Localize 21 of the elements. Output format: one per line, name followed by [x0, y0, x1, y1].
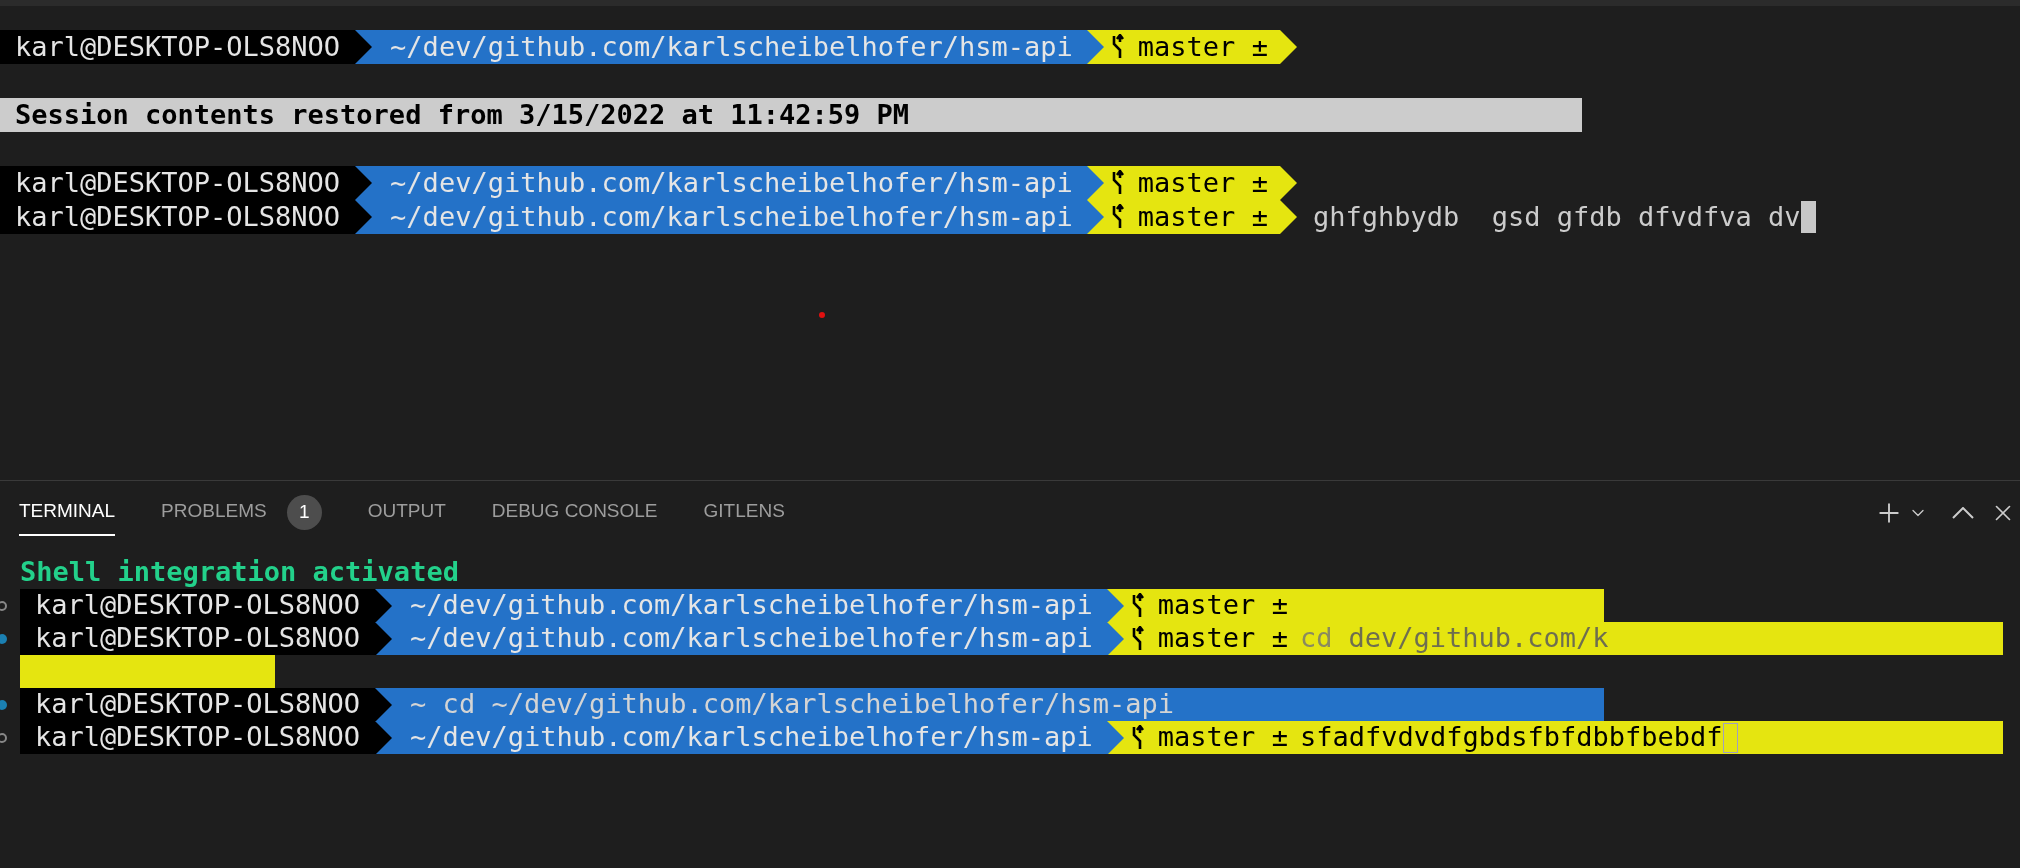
- branch-label: master ±: [1137, 29, 1268, 64]
- branch-label: master ±: [1137, 165, 1268, 200]
- chevron-up-icon: [1952, 506, 1974, 519]
- dot-mark: [819, 312, 825, 318]
- panel-tab[interactable]: TERMINAL: [19, 489, 116, 536]
- panel-tab[interactable]: PROBLEMS: [161, 489, 267, 536]
- session-banner: Session contents restored from 3/15/2022 at 11:42:59 PM: [0, 98, 1582, 132]
- panel-tab[interactable]: DEBUG CONSOLE: [491, 489, 658, 536]
- maximize-panel-button[interactable]: [1952, 506, 1974, 519]
- shell-integration-notice: Shell integration activated: [19, 556, 460, 589]
- panel-tab[interactable]: GITLENS: [703, 489, 785, 536]
- command-text: sfadfvdvdfgbdsfbfdbbfbebdf: [1299, 721, 1723, 754]
- branch-label: master ±: [1157, 589, 1288, 622]
- branch-label: master ±: [1157, 721, 1288, 754]
- command-text: cd: [1299, 622, 1333, 655]
- panel-tab[interactable]: OUTPUT: [367, 489, 446, 536]
- branch-label: master ±: [1137, 199, 1268, 234]
- suggestion-text: dev/github.com/k: [1347, 622, 1609, 655]
- branch-label: master ±: [1157, 622, 1288, 655]
- command-text: ghfghbydb gsd gfdb dfvdfva dv: [1311, 199, 1801, 234]
- count-badge: 1: [286, 495, 322, 530]
